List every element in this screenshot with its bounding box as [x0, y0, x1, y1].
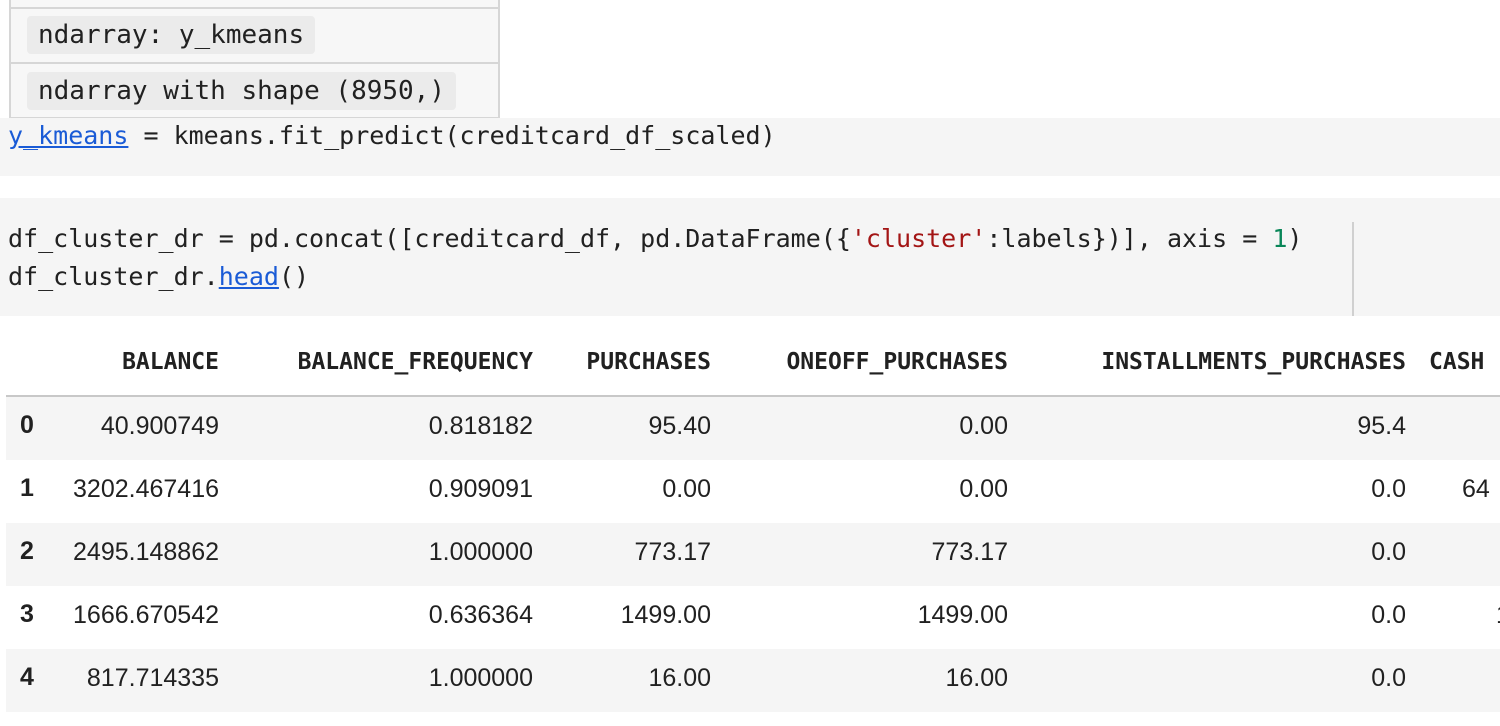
- string-literal: 'cluster': [850, 224, 987, 253]
- table-cell: 0.818182: [428, 412, 533, 440]
- table-cell: 95.40: [648, 412, 711, 440]
- row-index: 0: [20, 411, 34, 439]
- table-cell: 0.0: [1371, 475, 1406, 503]
- code-text: df_cluster_dr.: [8, 262, 219, 291]
- number-literal: 1: [1272, 224, 1288, 253]
- column-header: INSTALLMENTS_PURCHASES: [1101, 349, 1406, 375]
- table-cell: 1.000000: [428, 664, 533, 692]
- table-cell: 0.0: [1371, 664, 1406, 692]
- variable-tooltip: ndarray: y_kmeans ndarray with shape (89…: [9, 0, 500, 119]
- code-line: y_kmeans = kmeans.fit_predict(creditcard…: [8, 121, 776, 150]
- column-header: PURCHASES: [586, 349, 711, 375]
- table-cell: 95.4: [1357, 412, 1406, 440]
- table-cell: 0.00: [662, 475, 711, 503]
- code-text: = kmeans.fit_predict(creditcard_df_scale…: [128, 121, 776, 150]
- table-cell: 0.00: [959, 475, 1008, 503]
- table-cell: 0.0: [1371, 601, 1406, 629]
- tooltip-shape-label: ndarray with shape (8950,): [27, 72, 456, 110]
- code-text: :labels})], axis =: [986, 224, 1273, 253]
- code-line-head: df_cluster_dr.head(): [8, 262, 309, 291]
- table-cell: 1499.00: [620, 601, 711, 629]
- table-cell: 40.900749: [100, 412, 219, 440]
- text-cursor: [1352, 222, 1354, 316]
- column-header: BALANCE: [122, 349, 219, 375]
- table-cell: 773.17: [931, 538, 1008, 566]
- table-cell: 16.00: [945, 664, 1008, 692]
- row-index: 2: [20, 537, 34, 565]
- column-header: CASH: [1429, 349, 1485, 375]
- table-cell: 0.0: [1371, 538, 1406, 566]
- table-cell: 1.000000: [428, 538, 533, 566]
- table-cell: 16.00: [648, 664, 711, 692]
- table-cell: 64: [1462, 475, 1490, 503]
- code-text: df_cluster_dr = pd.concat([creditcard_df…: [8, 224, 851, 253]
- table-row: 2 2495.148862 1.000000 773.17 773.17 0.0: [6, 523, 1500, 586]
- table-row: 1 3202.467416 0.909091 0.00 0.00 0.0 64: [6, 460, 1500, 523]
- code-text: (): [278, 262, 310, 291]
- table-cell: 1: [1496, 601, 1500, 630]
- table-row: 3 1666.670542 0.636364 1499.00 1499.00 0…: [6, 586, 1500, 649]
- table-cell: 1666.670542: [73, 601, 219, 629]
- table-cell: 1499.00: [917, 601, 1008, 629]
- code-cell-concat[interactable]: df_cluster_dr = pd.concat([creditcard_df…: [0, 198, 1500, 316]
- method-link-head[interactable]: head: [219, 262, 279, 291]
- table-cell: 0.909091: [428, 475, 533, 503]
- row-index: 3: [20, 600, 34, 628]
- code-line-concat: df_cluster_dr = pd.concat([creditcard_df…: [8, 224, 1302, 253]
- table-cell: 0.636364: [428, 601, 533, 629]
- table-cell: 0.00: [959, 412, 1008, 440]
- table-header-row: BALANCE BALANCE_FREQUENCY PURCHASES ONEO…: [6, 333, 1500, 397]
- variable-link-y-kmeans[interactable]: y_kmeans: [8, 121, 128, 150]
- table-cell: 2495.148862: [73, 538, 219, 566]
- table-cell: 773.17: [634, 538, 711, 566]
- tooltip-type-label: ndarray: y_kmeans: [27, 16, 316, 54]
- column-header: BALANCE_FREQUENCY: [297, 349, 533, 375]
- table-cell: 3202.467416: [73, 475, 219, 503]
- row-index: 1: [20, 474, 34, 502]
- table-cell: 817.714335: [86, 664, 219, 692]
- row-index: 4: [20, 663, 34, 691]
- table-row: 0 40.900749 0.818182 95.40 0.00 95.4: [6, 397, 1500, 460]
- code-cell-kmeans[interactable]: y_kmeans = kmeans.fit_predict(creditcard…: [0, 118, 1500, 176]
- dataframe-output-table: BALANCE BALANCE_FREQUENCY PURCHASES ONEO…: [6, 333, 1500, 712]
- column-header: ONEOFF_PURCHASES: [786, 349, 1008, 375]
- table-row: 4 817.714335 1.000000 16.00 16.00 0.0: [6, 649, 1500, 712]
- code-text: ): [1287, 224, 1303, 253]
